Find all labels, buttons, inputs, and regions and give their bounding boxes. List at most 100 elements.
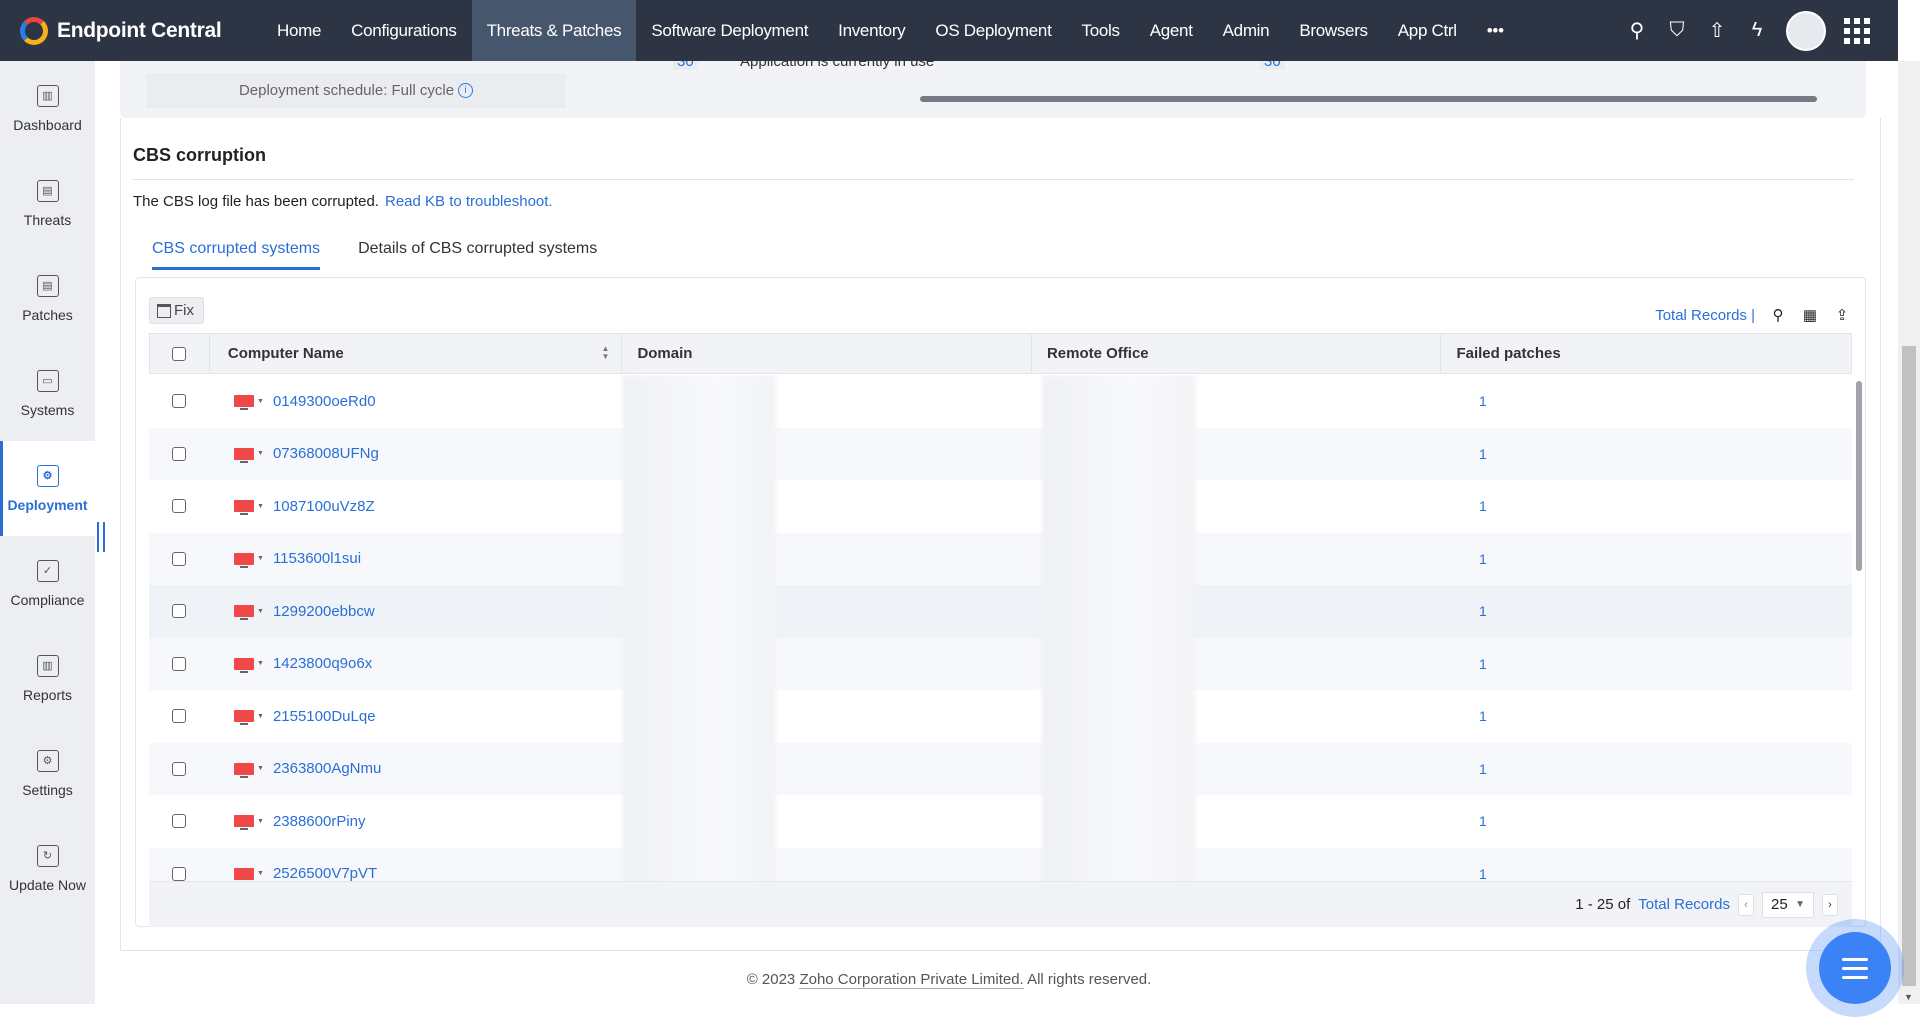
sidebar-item-threats[interactable]: ▤Threats (0, 156, 95, 251)
failed-patches-link[interactable]: 1 (1457, 761, 1487, 777)
fix-button[interactable]: Fix (149, 297, 204, 324)
per-page-select[interactable]: 25▼ (1762, 892, 1814, 918)
shield-alert-icon[interactable]: ⛉ (1666, 20, 1688, 42)
sidebar-item-reports[interactable]: ▥Reports (0, 631, 95, 726)
table-row[interactable]: ▼ 2526500V7pVT 1 (149, 848, 1852, 882)
caret-down-icon[interactable]: ▼ (257, 870, 264, 877)
sidebar-item-patches[interactable]: ▤Patches (0, 251, 95, 346)
nav-home[interactable]: Home (262, 0, 336, 61)
kb-link[interactable]: Read KB to troubleshoot. (385, 193, 553, 210)
row-checkbox[interactable] (172, 709, 186, 723)
row-checkbox[interactable] (172, 394, 186, 408)
row-checkbox[interactable] (172, 552, 186, 566)
row-checkbox[interactable] (172, 447, 186, 461)
table-row[interactable]: ▼ 07368008UFNg 1 (149, 428, 1852, 481)
caret-down-icon[interactable]: ▼ (257, 765, 264, 772)
failed-patches-link[interactable]: 1 (1457, 866, 1487, 881)
nav-inventory[interactable]: Inventory (823, 0, 920, 61)
row-checkbox[interactable] (172, 499, 186, 513)
table-row[interactable]: ▼2155100DuLqe1 (149, 690, 1852, 743)
sidebar-item-update-now[interactable]: ↻Update Now (0, 821, 95, 916)
nav-more-button[interactable]: ••• (1472, 0, 1519, 61)
table-row[interactable]: ▼ 1087100uVz8Z 1 (149, 480, 1852, 533)
total-records-link[interactable]: Total Records (1638, 896, 1730, 913)
computer-name-link[interactable]: 2388600rPiny (273, 813, 366, 830)
page-scrollbar[interactable]: ▼ (1898, 61, 1920, 1004)
sidebar-item-settings[interactable]: ⚙Settings (0, 726, 95, 821)
nav-agent[interactable]: Agent (1135, 0, 1208, 61)
computer-name-link[interactable]: 2155100DuLqe (273, 708, 376, 725)
computer-name-link[interactable]: 2363800AgNmu (273, 760, 381, 777)
export-icon[interactable]: ⇪ (1833, 306, 1851, 324)
computer-name-link[interactable]: 1153600l1sui (273, 550, 361, 567)
table-scrollbar[interactable] (1856, 381, 1862, 571)
row-checkbox[interactable] (172, 604, 186, 618)
row-checkbox[interactable] (172, 814, 186, 828)
caret-down-icon[interactable]: ▼ (257, 608, 264, 615)
caret-down-icon[interactable]: ▼ (257, 713, 264, 720)
sidebar-item-compliance[interactable]: ✓Compliance (0, 536, 95, 631)
table-row[interactable]: ▼ 2388600rPiny 1 (149, 795, 1852, 848)
caret-down-icon[interactable]: ▼ (257, 818, 264, 825)
table-row[interactable]: ▼ 1299200ebbcw 1 (149, 585, 1852, 638)
nav-admin[interactable]: Admin (1208, 0, 1285, 61)
failed-patches-link[interactable]: 1 (1457, 551, 1487, 567)
select-all-checkbox[interactable] (172, 347, 186, 361)
sidebar-collapse-handle[interactable] (97, 522, 105, 552)
next-page-button[interactable]: › (1822, 894, 1838, 916)
user-avatar[interactable] (1786, 11, 1826, 51)
sidebar-item-dashboard[interactable]: ▥Dashboard (0, 61, 95, 156)
column-computer-name[interactable]: Computer Name▲▼ (210, 334, 623, 373)
total-records-link[interactable]: Total Records (1655, 307, 1747, 324)
sidebar-item-systems[interactable]: ▭Systems (0, 346, 95, 441)
table-row[interactable]: ▼ 2363800AgNmu 1 (149, 743, 1852, 796)
column-domain[interactable]: Domain (622, 334, 1032, 373)
failed-patches-link[interactable]: 1 (1457, 498, 1487, 514)
nav-os-deployment[interactable]: OS Deployment (920, 0, 1066, 61)
computer-name-link[interactable]: 0149300oeRd0 (273, 393, 376, 410)
caret-down-icon[interactable]: ▼ (257, 660, 264, 667)
search-icon[interactable]: ⚲ (1626, 20, 1648, 42)
computer-name-link[interactable]: 07368008UFNg (273, 445, 379, 462)
quick-menu-button[interactable] (1806, 919, 1904, 1017)
nav-threats-patches[interactable]: Threats & Patches (472, 0, 637, 61)
failed-patches-link[interactable]: 1 (1457, 603, 1487, 619)
computer-name-link[interactable]: 2526500V7pVT (273, 865, 377, 881)
row-checkbox[interactable] (172, 762, 186, 776)
column-failed-patches[interactable]: Failed patches (1441, 334, 1851, 373)
app-grid-icon[interactable] (1844, 18, 1870, 44)
failed-patches-link[interactable]: 1 (1457, 393, 1487, 409)
column-chooser-icon[interactable]: ▦ (1801, 306, 1819, 324)
tab-details-cbs-corrupted-systems[interactable]: Details of CBS corrupted systems (358, 240, 597, 270)
sidebar-item-deployment[interactable]: ⚙Deployment (0, 441, 95, 536)
nav-configurations[interactable]: Configurations (336, 0, 471, 61)
table-row[interactable]: ▼ 1423800q9o6x 1 (149, 638, 1852, 691)
prev-page-button[interactable]: ‹ (1738, 894, 1754, 916)
caret-down-icon[interactable]: ▼ (257, 398, 264, 405)
table-row[interactable]: ▼ 0149300oeRd0 1 (149, 375, 1852, 428)
nav-software-deployment[interactable]: Software Deployment (636, 0, 823, 61)
info-icon[interactable]: i (458, 83, 473, 98)
row-checkbox[interactable] (172, 867, 186, 881)
caret-down-icon[interactable]: ▼ (257, 503, 264, 510)
computer-name-link[interactable]: 1087100uVz8Z (273, 498, 375, 515)
column-remote-office[interactable]: Remote Office (1032, 334, 1442, 373)
nav-app-ctrl[interactable]: App Ctrl (1383, 0, 1472, 61)
nav-tools[interactable]: Tools (1067, 0, 1135, 61)
lightning-icon[interactable]: ϟ (1746, 20, 1768, 42)
tab-cbs-corrupted-systems[interactable]: CBS corrupted systems (152, 240, 320, 270)
search-icon[interactable]: ⚲ (1769, 306, 1787, 324)
computer-name-link[interactable]: 1423800q9o6x (273, 655, 372, 672)
table-row[interactable]: ▼1153600l1sui1 (149, 533, 1852, 586)
horizontal-scrollbar[interactable] (920, 96, 1817, 102)
nav-browsers[interactable]: Browsers (1284, 0, 1382, 61)
computer-name-link[interactable]: 1299200ebbcw (273, 603, 375, 620)
caret-down-icon[interactable]: ▼ (257, 450, 264, 457)
app-logo[interactable]: Endpoint Central (0, 17, 262, 45)
company-link[interactable]: Zoho Corporation Private Limited. (799, 971, 1023, 989)
row-checkbox[interactable] (172, 657, 186, 671)
failed-patches-link[interactable]: 1 (1457, 813, 1487, 829)
failed-patches-link[interactable]: 1 (1457, 656, 1487, 672)
sort-icon[interactable]: ▲▼ (602, 345, 610, 361)
failed-patches-link[interactable]: 1 (1457, 446, 1487, 462)
